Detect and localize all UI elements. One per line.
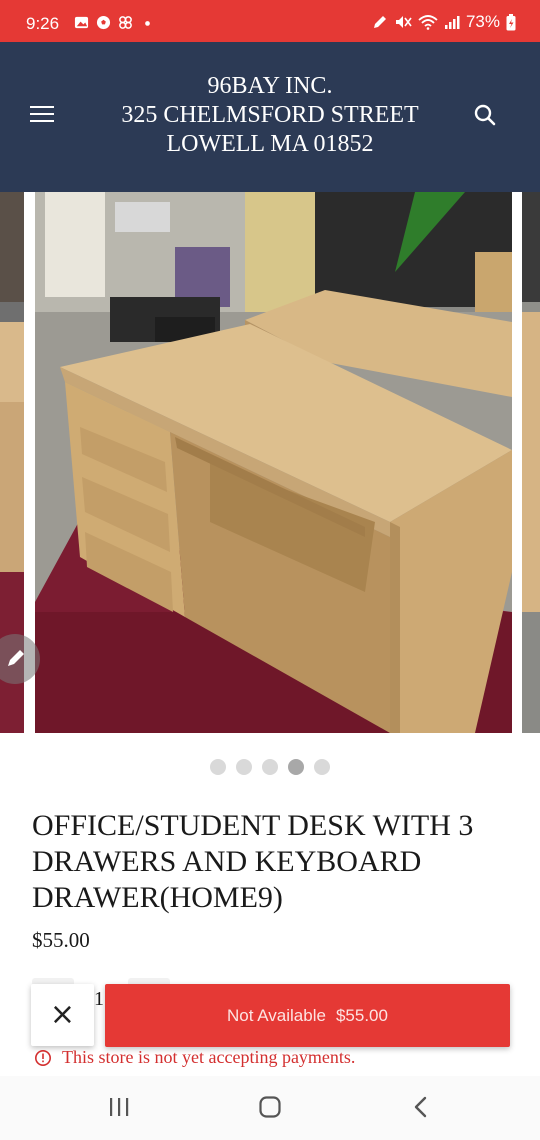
pinwheel-icon [119,16,132,29]
system-nav-bar [0,1076,540,1140]
mute-icon [395,16,412,28]
home-icon[interactable] [258,1095,282,1119]
status-left-icons [74,15,155,30]
recents-icon[interactable] [107,1096,131,1118]
battery-percentage: 73% [465,12,500,31]
payment-notice: This store is not yet accepting payments… [34,1047,355,1068]
carousel-dot-active[interactable] [288,759,304,775]
status-right-icons: 73% [372,12,516,32]
pen-icon [373,16,386,28]
search-icon[interactable] [472,102,498,128]
status-bar: 9:26 73% [0,0,540,42]
gallery-icon [74,16,89,29]
store-header: 96BAY INC. 325 CHELMSFORD STREET LOWELL … [0,42,540,192]
carousel-dot[interactable] [262,759,278,775]
close-icon: × [49,997,76,1032]
carousel-pagination [0,759,540,775]
product-photo-desk [35,192,512,733]
edit-pencil-button[interactable] [0,634,40,684]
carousel-dot[interactable] [236,759,252,775]
battery-icon [506,13,516,30]
product-image-carousel[interactable] [0,192,540,733]
payment-notice-text: This store is not yet accepting payments… [62,1047,356,1067]
wifi-icon [418,15,438,30]
hamburger-menu-icon[interactable] [30,106,54,124]
notification-dot [145,21,150,26]
product-price: $55.00 [32,928,90,952]
next-slide-image [522,192,540,733]
signal-icon [444,16,460,29]
store-name[interactable]: 96BAY INC. 325 CHELMSFORD STREET LOWELL … [100,72,440,159]
carousel-dot[interactable] [210,759,226,775]
carousel-dot[interactable] [314,759,330,775]
add-button-label: Not Available [227,1005,326,1025]
back-icon[interactable] [410,1095,430,1119]
pencil-icon [8,650,24,666]
quantity-value[interactable]: 1 [94,988,104,1011]
product-title: OFFICE/STUDENT DESK WITH 3 DRAWERS AND K… [32,809,474,914]
soccer-ball-icon [96,15,111,30]
status-time: 9:26 [26,14,60,33]
store-address-line1: 325 CHELMSFORD STREET [121,102,419,128]
store-name-line1: 96BAY INC. [207,73,333,99]
add-button-price: $55.00 [335,1005,388,1025]
carousel-main-slide[interactable] [35,192,512,733]
close-button[interactable]: × [31,984,94,1046]
add-to-cart-button[interactable]: Not Available $55.00 [105,984,510,1047]
carousel-next-slide[interactable] [522,192,540,733]
alert-circle-icon [35,1049,51,1066]
store-address-line2: LOWELL MA 01852 [166,131,374,157]
